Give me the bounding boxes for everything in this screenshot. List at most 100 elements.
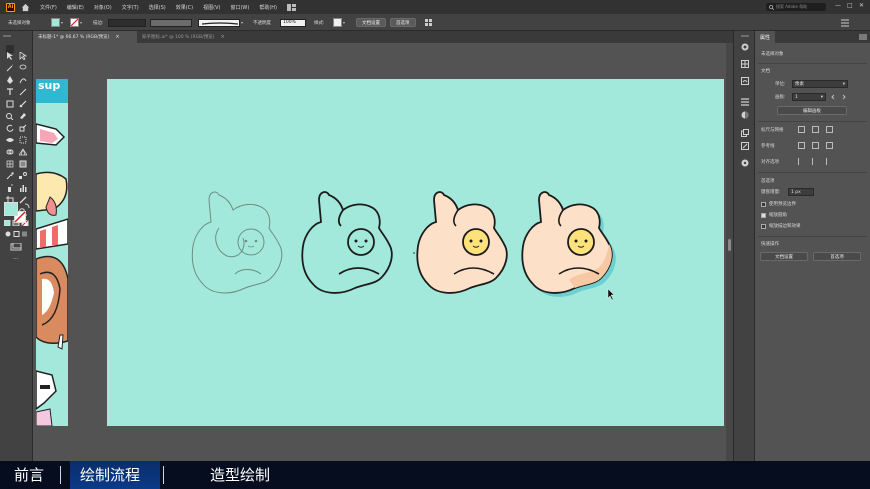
gradient-tool-icon[interactable] xyxy=(19,153,27,168)
mesh-tool-icon[interactable] xyxy=(6,153,14,168)
keyboard-increment-field[interactable]: 1 px xyxy=(788,188,814,196)
shape-builder-tool-icon[interactable] xyxy=(6,141,14,155)
pen-tool-icon[interactable] xyxy=(6,69,14,84)
checkbox-scale-corners[interactable] xyxy=(761,213,766,218)
preferences-button[interactable]: 首选项 xyxy=(390,18,416,27)
type-tool-icon[interactable] xyxy=(6,81,14,95)
minimize-button[interactable]: — xyxy=(835,2,841,9)
menu-effect[interactable]: 效果(C) xyxy=(176,4,193,11)
close-icon[interactable]: × xyxy=(221,34,225,40)
free-transform-tool-icon[interactable] xyxy=(19,129,27,144)
brush-definition[interactable] xyxy=(198,18,240,27)
menu-select[interactable]: 选择(S) xyxy=(149,4,166,11)
panel-menu-icon[interactable] xyxy=(840,19,850,27)
graphic-style-swatch[interactable] xyxy=(333,18,342,27)
grid-icon[interactable] xyxy=(812,126,819,133)
transparency-grid-icon[interactable] xyxy=(826,126,833,133)
variable-width-profile[interactable] xyxy=(150,18,192,27)
rectangle-tool-icon[interactable] xyxy=(6,93,14,108)
artboard-select[interactable]: 1 ▾ xyxy=(792,93,826,101)
scrollbar-thumb[interactable] xyxy=(728,239,731,251)
show-guides-icon[interactable] xyxy=(798,142,805,149)
width-tool-icon[interactable] xyxy=(6,129,14,142)
units-select[interactable]: 像素 ▾ xyxy=(792,80,848,88)
fill-swatch[interactable] xyxy=(51,18,60,27)
chapter-shape-drawing[interactable]: 造型绘制 xyxy=(210,465,270,485)
symbol-sprayer-tool-icon[interactable] xyxy=(6,177,14,192)
arrange-documents-icon[interactable] xyxy=(424,18,433,27)
slice-tool-icon[interactable] xyxy=(19,189,27,204)
checkbox-scale-strokes-effects[interactable] xyxy=(761,224,766,229)
menu-window[interactable]: 窗口(W) xyxy=(230,4,249,11)
column-graph-tool-icon[interactable] xyxy=(19,177,27,192)
stroke-none-swatch[interactable] xyxy=(70,18,79,27)
screen-mode-icon[interactable] xyxy=(10,243,22,251)
maximize-button[interactable]: □ xyxy=(847,2,853,9)
selection-tool-icon[interactable] xyxy=(6,45,14,60)
rotate-tool-icon[interactable] xyxy=(6,117,14,132)
close-window-button[interactable]: ✕ xyxy=(859,2,864,9)
help-search-input[interactable]: 搜索 Adobe 帮助 xyxy=(766,3,826,11)
chevron-down-icon[interactable]: ▾ xyxy=(343,20,345,25)
color-panel-icon[interactable] xyxy=(741,43,749,51)
chevron-down-icon[interactable]: ▾ xyxy=(80,20,82,25)
close-icon[interactable]: × xyxy=(115,34,119,40)
eraser-tool-icon[interactable] xyxy=(19,105,27,119)
magic-wand-tool-icon[interactable] xyxy=(6,57,14,72)
lock-guides-icon[interactable] xyxy=(812,142,819,149)
chapter-drawing-process[interactable]: 绘制流程 xyxy=(80,465,140,485)
chapter-preface[interactable]: 前言 xyxy=(14,465,44,485)
scale-tool-icon[interactable] xyxy=(19,117,27,132)
align-pixel-icon[interactable] xyxy=(798,158,805,165)
swap-fill-stroke-icon[interactable] xyxy=(24,203,30,209)
chevron-down-icon[interactable]: ▾ xyxy=(61,20,63,25)
lasso-tool-icon[interactable] xyxy=(19,57,27,70)
fill-color-box[interactable] xyxy=(4,202,18,216)
blend-tool-icon[interactable] xyxy=(19,165,27,179)
drawing-mode-icon[interactable] xyxy=(5,231,27,237)
vertical-scrollbar[interactable] xyxy=(726,43,733,461)
checkbox-use-preview-bounds[interactable] xyxy=(761,202,766,207)
direct-selection-tool-icon[interactable] xyxy=(19,45,28,61)
curvature-tool-icon[interactable] xyxy=(19,69,27,84)
paintbrush-tool-icon[interactable] xyxy=(19,93,27,108)
dock-collapse-icon[interactable] xyxy=(740,34,750,38)
tab-untitled-1[interactable]: 未标题-1* @ 66.67 % (RGB/预览) × xyxy=(33,31,137,43)
stroke-panel-icon[interactable] xyxy=(741,98,749,106)
appearance-panel-icon[interactable] xyxy=(741,111,749,119)
document-setup-button[interactable]: 文档设置 xyxy=(356,18,386,27)
edit-toolbar-button[interactable]: ··· xyxy=(13,256,19,263)
layers-panel-icon[interactable] xyxy=(741,129,749,137)
tab-zhihu-icon[interactable]: 知乎图标.ai* @ 100 % (RGB/预览) × xyxy=(137,31,247,43)
eyedropper-tool-icon[interactable] xyxy=(6,165,14,180)
stroke-weight-field[interactable] xyxy=(108,18,146,27)
smart-guides-icon[interactable] xyxy=(826,142,833,149)
symbols-panel-icon[interactable] xyxy=(741,159,749,167)
workspace-switcher-icon[interactable] xyxy=(287,3,297,11)
perspective-grid-tool-icon[interactable] xyxy=(18,141,28,156)
libraries-panel-icon[interactable] xyxy=(741,142,749,150)
neighbor-artboard[interactable]: sup xyxy=(36,79,68,426)
swatches-panel-icon[interactable] xyxy=(741,60,749,68)
line-segment-tool-icon[interactable] xyxy=(19,81,27,96)
opacity-field[interactable]: 100% xyxy=(280,18,306,27)
ruler-icon[interactable] xyxy=(798,126,805,133)
artboard-nav-arrows[interactable] xyxy=(831,94,851,100)
brushes-panel-icon[interactable] xyxy=(741,77,749,85)
chevron-down-icon[interactable]: ▾ xyxy=(241,20,243,25)
align-glyph-icon[interactable] xyxy=(826,158,833,165)
menu-object[interactable]: 对象(O) xyxy=(94,4,112,11)
edit-artboards-button[interactable]: 编辑画板 xyxy=(777,106,847,115)
menu-type[interactable]: 文字(T) xyxy=(122,4,139,11)
document-setup-button[interactable]: 文档设置 xyxy=(760,252,808,261)
menu-edit[interactable]: 编辑(E) xyxy=(67,4,84,11)
artboard-tool-icon[interactable] xyxy=(6,189,14,204)
preferences-button[interactable]: 首选项 xyxy=(813,252,861,261)
canvas-area[interactable]: sup xyxy=(33,43,733,461)
panel-collapse-icon[interactable] xyxy=(3,34,11,38)
align-key-object-icon[interactable] xyxy=(812,158,819,165)
artboard[interactable] xyxy=(107,79,724,426)
menu-help[interactable]: 帮助(H) xyxy=(259,4,277,11)
menu-view[interactable]: 视图(V) xyxy=(203,4,220,11)
panel-menu-icon[interactable] xyxy=(859,34,867,40)
